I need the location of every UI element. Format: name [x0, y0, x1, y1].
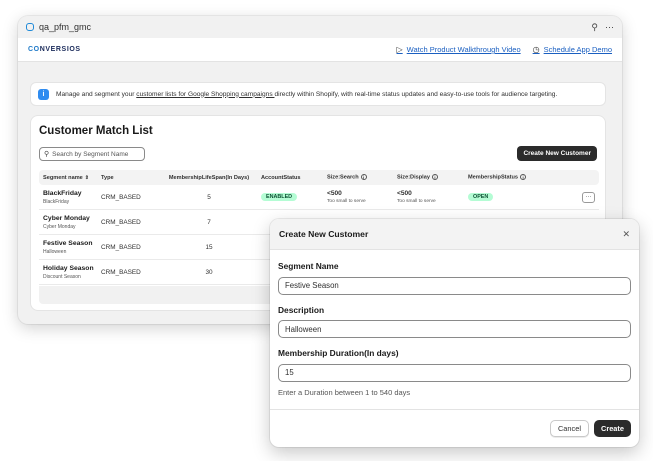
help-icon[interactable]: i: [520, 174, 527, 181]
segment-lifespan: 30: [205, 268, 213, 276]
segment-name: Cyber Monday: [43, 214, 90, 222]
duration-helper-text: Enter a Duration between 1 to 540 days: [278, 387, 411, 397]
segment-lifespan: 15: [205, 243, 213, 251]
table-header: Segment name ⇕ Type MembershipLifeSpan(In…: [39, 170, 599, 185]
segment-lifespan: 5: [207, 193, 211, 201]
segment-desc: Halloween: [43, 248, 67, 255]
info-icon: i: [38, 88, 49, 100]
titlebar: qa_pfm_gmc ⚲ ⋯: [18, 16, 622, 38]
col-segment-name[interactable]: Segment name ⇕: [39, 175, 101, 181]
segment-name: BlackFriday: [43, 189, 82, 197]
col-type: Type: [101, 174, 114, 181]
pin-icon[interactable]: ⚲: [591, 22, 598, 33]
segment-type: CRM_BASED: [101, 218, 141, 226]
more-icon[interactable]: ⋯: [605, 22, 614, 33]
size-display-value: <500: [397, 190, 412, 197]
membership-badge: OPEN: [468, 193, 494, 201]
row-actions-button[interactable]: ···: [582, 191, 595, 203]
cancel-button[interactable]: Cancel: [549, 420, 589, 437]
create-customer-modal: Create New Customer ✕ Segment Name Descr…: [270, 219, 639, 447]
search-input[interactable]: ⚲ Search by Segment Name: [39, 147, 145, 161]
col-size-display: Size:Display i: [397, 174, 468, 181]
size-search-note: Too small to serve: [327, 199, 366, 204]
page-title: Customer Match List: [39, 125, 153, 137]
size-search-value: <500: [327, 190, 342, 197]
col-size-search: Size:Search i: [327, 174, 397, 181]
segment-name: Holiday Season: [43, 264, 94, 272]
description-field[interactable]: [278, 320, 631, 338]
segment-desc: Discount Season: [43, 273, 81, 280]
modal-header: Create New Customer ✕: [270, 219, 639, 250]
conversios-logo: CONVERSIOS: [28, 46, 81, 53]
col-membership-status: MembershipStatus i: [468, 174, 566, 181]
create-button[interactable]: Create: [593, 420, 631, 437]
sort-icon: ⇕: [84, 174, 89, 181]
info-banner: i Manage and segment your customer lists…: [30, 82, 606, 106]
search-placeholder: Search by Segment Name: [52, 150, 129, 158]
help-icon[interactable]: i: [431, 174, 438, 181]
size-display-note: Too small to serve: [397, 199, 436, 204]
modal-body: Segment Name Description Membership Dura…: [270, 250, 639, 397]
segment-desc: BlackFriday: [43, 198, 70, 205]
window-title: qa_pfm_gmc: [39, 22, 92, 32]
clock-icon: ◷: [532, 45, 540, 54]
col-lifespan: MembershipLifeSpan(In Days): [168, 174, 250, 181]
duration-label: Membership Duration(In days): [278, 348, 399, 358]
col-account-status: AccountStatus: [261, 174, 301, 181]
segment-desc: Cyber Monday: [43, 223, 76, 230]
play-icon: ▷: [396, 45, 403, 54]
modal-footer: Cancel Create: [270, 409, 639, 447]
table-row[interactable]: BlackFriday BlackFriday CRM_BASED 5 ENABL…: [39, 185, 599, 210]
segment-name: Festive Season: [43, 239, 93, 247]
segment-name-label: Segment Name: [278, 261, 339, 271]
segment-type: CRM_BASED: [101, 243, 141, 251]
banner-link[interactable]: customer lists for Google Shopping campa…: [136, 91, 274, 98]
segment-type: CRM_BASED: [101, 193, 141, 201]
segment-type: CRM_BASED: [101, 268, 141, 276]
help-icon[interactable]: i: [360, 174, 367, 181]
segment-lifespan: 7: [207, 218, 211, 226]
app-icon: [26, 23, 34, 31]
status-badge: ENABLED: [261, 193, 298, 201]
description-label: Description: [278, 304, 325, 315]
watch-video-link[interactable]: ▷ Watch Product Walkthrough Video: [397, 45, 521, 54]
duration-field[interactable]: [278, 363, 631, 382]
schedule-demo-link[interactable]: ◷ Schedule App Demo: [533, 45, 612, 54]
close-icon[interactable]: ✕: [622, 229, 630, 240]
modal-title: Create New Customer: [279, 229, 369, 239]
segment-name-field[interactable]: [278, 276, 631, 295]
banner-text: Manage and segment your customer lists f…: [56, 90, 558, 98]
create-new-customer-button[interactable]: Create New Customer: [517, 146, 597, 161]
top-nav: CONVERSIOS ▷ Watch Product Walkthrough Vi…: [18, 38, 622, 62]
search-icon: ⚲: [44, 151, 50, 158]
